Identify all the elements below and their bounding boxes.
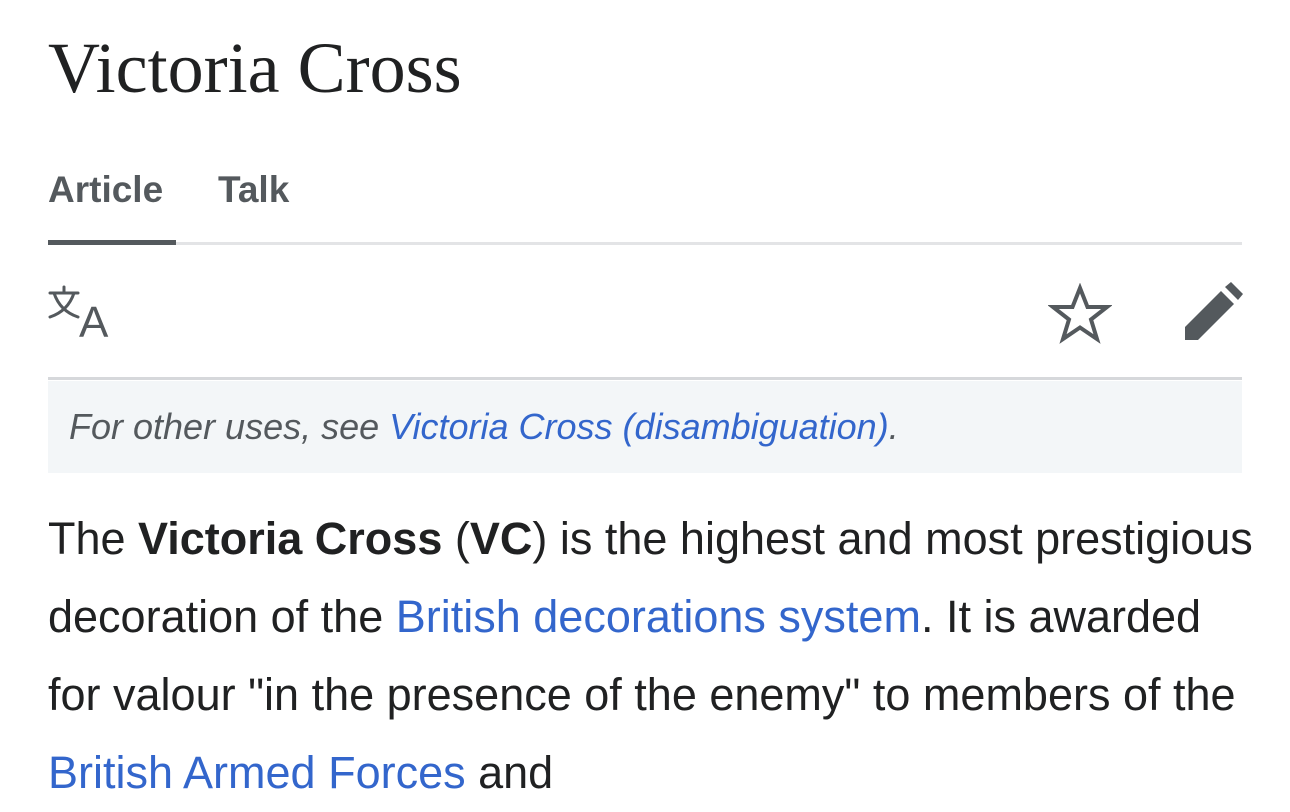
hatnote-text: For other uses, see Victoria Cross (disa… [69, 405, 899, 449]
disambiguation-link[interactable]: Victoria Cross (disambiguation) [389, 406, 889, 447]
hatnote: For other uses, see Victoria Cross (disa… [48, 381, 1242, 473]
tab-bar: Article Talk [48, 160, 1242, 245]
lead-text: and [465, 747, 554, 798]
lead-text: ( [442, 513, 470, 564]
svg-text:A: A [79, 298, 109, 341]
british-decorations-system-link[interactable]: British decorations system [396, 591, 921, 642]
pencil-icon[interactable] [1178, 281, 1244, 347]
page-title: Victoria Cross [48, 28, 462, 108]
language-icon[interactable]: A [48, 285, 112, 347]
star-outline-icon[interactable] [1047, 282, 1113, 347]
lead-bold-abbreviation: VC [469, 513, 533, 564]
tab-article[interactable]: Article [48, 168, 163, 212]
hatnote-suffix: . [888, 406, 899, 447]
tab-talk[interactable]: Talk [218, 168, 289, 212]
lead-paragraph: The Victoria Cross (VC) is the highest a… [48, 500, 1258, 812]
hatnote-prefix: For other uses, see [69, 406, 390, 447]
lead-text: The [48, 513, 139, 564]
british-armed-forces-link[interactable]: British Armed Forces [48, 747, 466, 798]
page-actions-toolbar: A [48, 245, 1244, 380]
lead-bold-title: Victoria Cross [138, 513, 443, 564]
